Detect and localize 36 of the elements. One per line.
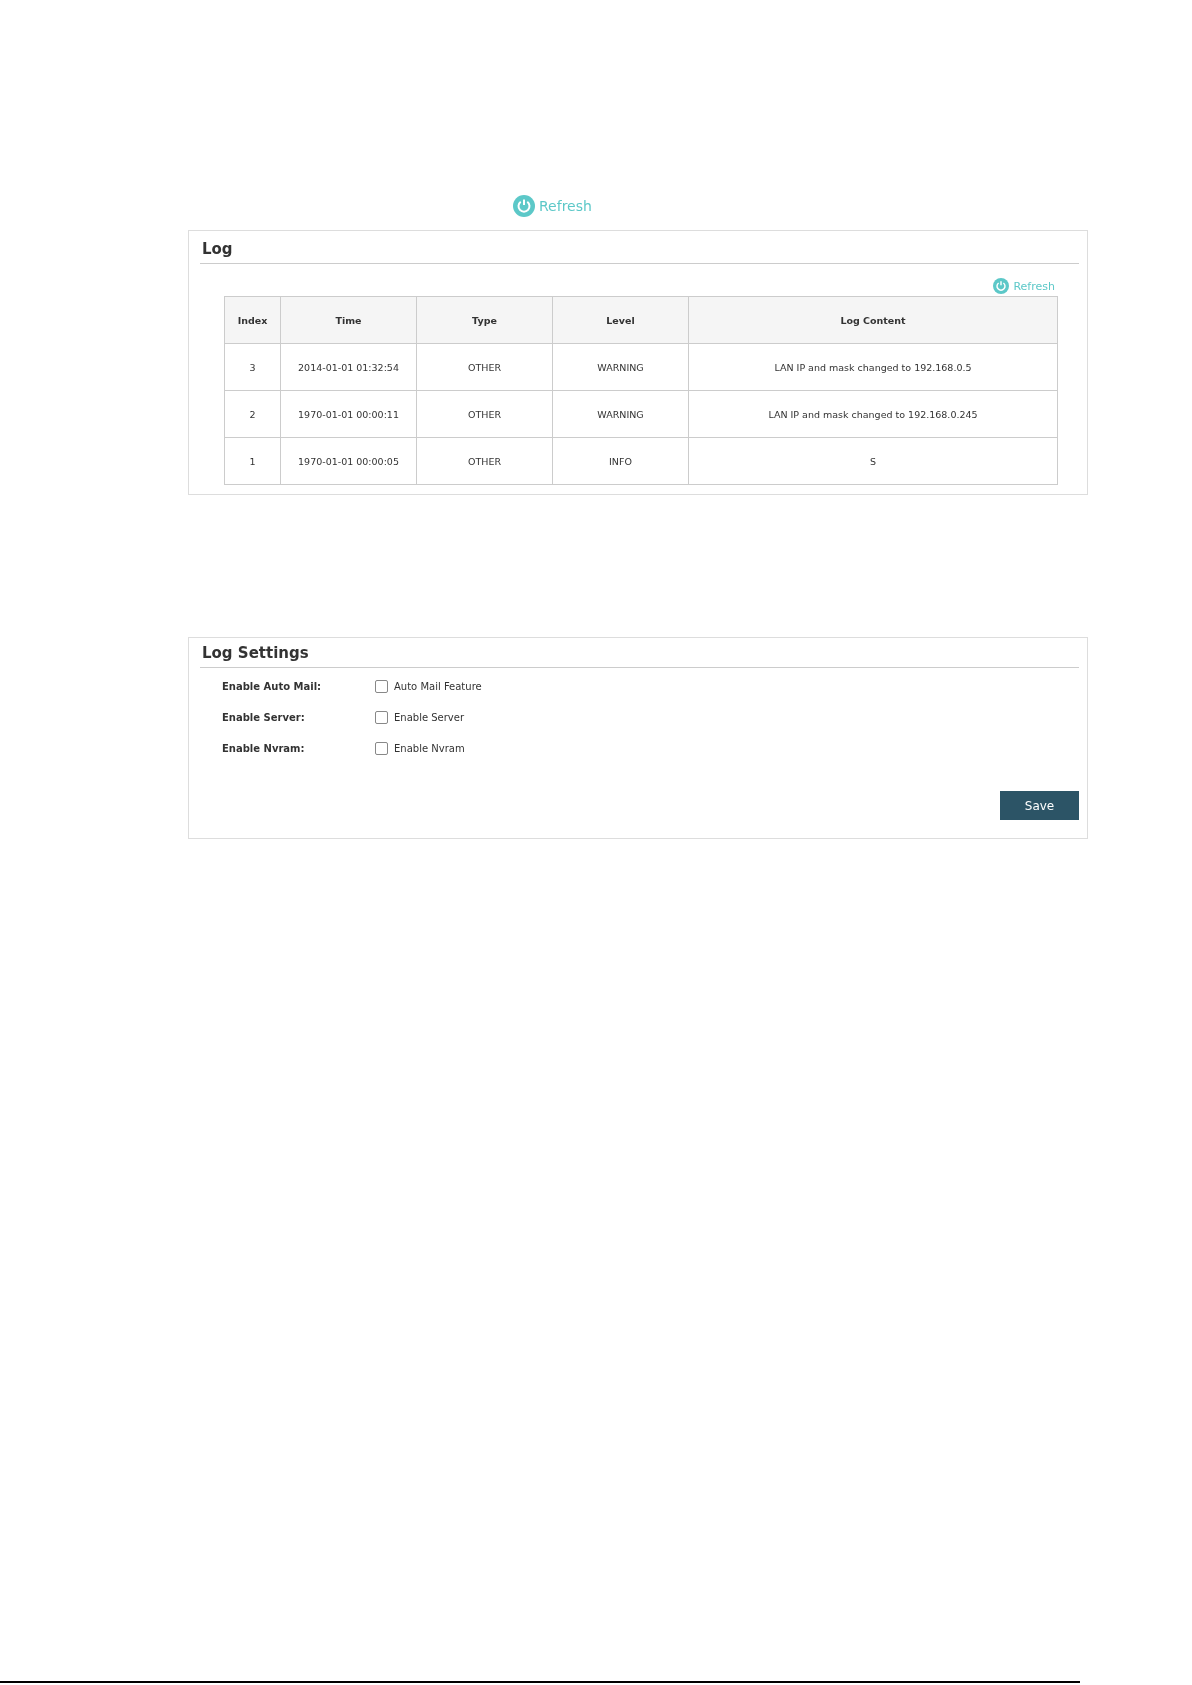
- save-button[interactable]: Save: [1000, 791, 1079, 820]
- table-cell: WARNING: [552, 390, 689, 438]
- field-label: Enable Server:: [222, 712, 306, 723]
- field-label: Enable Auto Mail:: [222, 681, 323, 692]
- table-cell: INFO: [552, 437, 689, 485]
- refresh-icon: [513, 195, 535, 217]
- column-header: Level: [552, 296, 689, 344]
- table-cell: OTHER: [416, 390, 553, 438]
- panel-title: Log: [200, 231, 1079, 264]
- table-cell: 1970-01-01 00:00:05: [280, 437, 417, 485]
- table-cell: S: [688, 437, 1058, 485]
- table-cell: 3: [224, 343, 281, 391]
- checkbox[interactable]: [375, 680, 388, 693]
- column-header: Log Content: [688, 296, 1058, 344]
- checkbox-label: Auto Mail Feature: [394, 681, 482, 692]
- table-cell: OTHER: [416, 343, 553, 391]
- table-cell: OTHER: [416, 437, 553, 485]
- refresh-button[interactable]: Refresh: [513, 194, 592, 218]
- table-cell: 1: [224, 437, 281, 485]
- panel-title: Log Settings: [200, 638, 1079, 668]
- table-cell: 2: [224, 390, 281, 438]
- table-cell: WARNING: [552, 343, 689, 391]
- checkbox-label: Enable Nvram: [394, 743, 465, 754]
- field-label: Enable Nvram:: [222, 743, 306, 754]
- table-cell: LAN IP and mask changed to 192.168.0.245: [688, 390, 1058, 438]
- refresh-button[interactable]: Refresh: [993, 278, 1055, 294]
- table-cell: 2014-01-01 01:32:54: [280, 343, 417, 391]
- table-cell: LAN IP and mask changed to 192.168.0.5: [688, 343, 1058, 391]
- checkbox-label: Enable Server: [394, 712, 465, 723]
- column-header: Type: [416, 296, 553, 344]
- refresh-icon: [993, 278, 1010, 294]
- column-header: Index: [224, 296, 281, 344]
- table-cell: 1970-01-01 00:00:11: [280, 390, 417, 438]
- checkbox[interactable]: [375, 742, 388, 755]
- column-header: Time: [280, 296, 417, 344]
- checkbox[interactable]: [375, 711, 388, 724]
